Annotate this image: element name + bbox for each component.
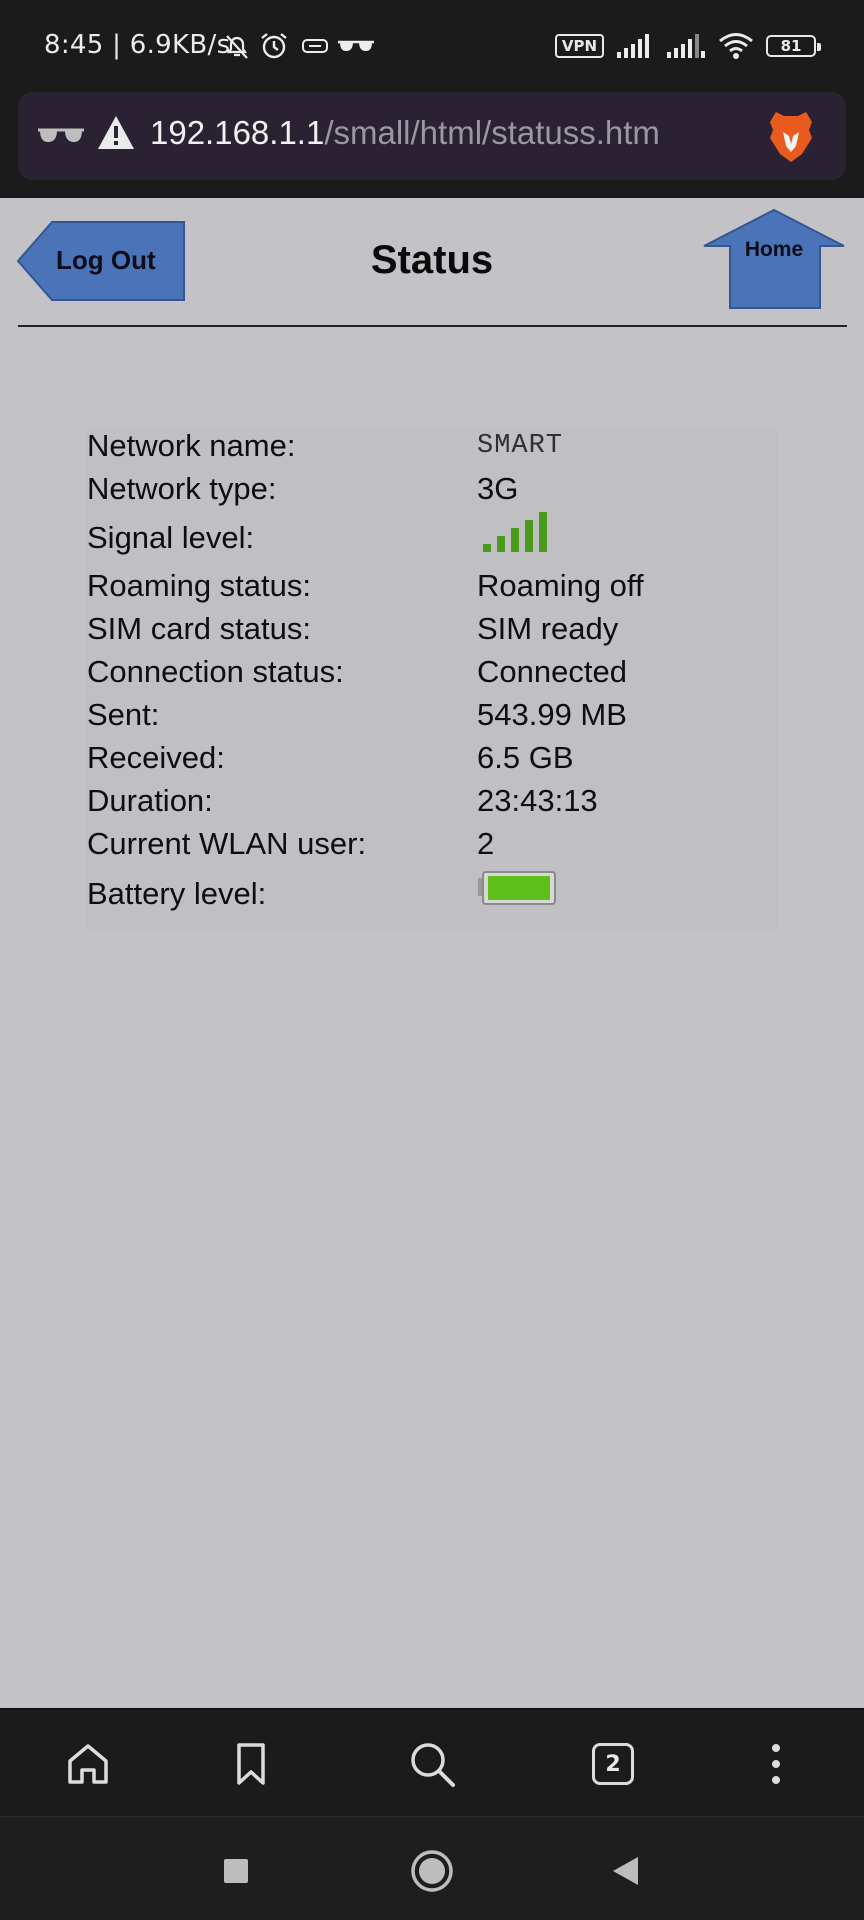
router-status-page: Log Out Status Home Network name: SMART …: [0, 198, 864, 1708]
vpn-icon: VPN: [554, 34, 604, 58]
signal-bar-4: [525, 520, 533, 552]
browser-toolbar: 2: [0, 1708, 864, 1816]
roaming-status-value: Roaming off: [477, 568, 644, 603]
connection-status-label: Connection status:: [87, 654, 344, 689]
home-label: Home: [744, 238, 804, 261]
battery-level-icon: [478, 871, 556, 905]
sim-status-value: SIM ready: [477, 611, 619, 646]
network-name-label: Network name:: [87, 428, 296, 463]
wifi-icon: [719, 33, 753, 59]
network-name-value: SMART: [477, 431, 564, 461]
warning-icon[interactable]: [96, 114, 136, 152]
sent-value: 543.99 MB: [477, 697, 627, 732]
status-bar: 8:45 | 6.9KB/s VPN 81: [0, 0, 864, 92]
home-circle-icon[interactable]: [408, 1847, 456, 1895]
notification-off-icon: [222, 30, 252, 62]
url-bar[interactable]: 192.168.1.1/small/html/statuss.htm: [18, 92, 846, 180]
duration-label: Duration:: [87, 783, 213, 818]
sent-label: Sent:: [87, 697, 160, 732]
battery-level-label: Battery level:: [87, 876, 267, 911]
signal-bar-2: [497, 536, 505, 552]
status-time-speed: 8:45 | 6.9KB/s: [44, 30, 231, 60]
bookmark-icon[interactable]: [225, 1738, 277, 1790]
battery-icon: 81: [766, 35, 821, 57]
sim-status-label: SIM card status:: [87, 611, 311, 646]
wlan-users-value: 2: [477, 826, 495, 861]
tab-count: 2: [592, 1743, 634, 1785]
network-type-value: 3G: [477, 471, 519, 506]
signal-strength-icon-2: [667, 34, 705, 58]
signal-bar-5: [539, 512, 547, 552]
network-type-label: Network type:: [87, 471, 277, 506]
system-nav-bar: [0, 1816, 864, 1920]
data-saver-icon: [300, 30, 330, 62]
search-icon[interactable]: [406, 1738, 458, 1790]
roaming-status-label: Roaming status:: [87, 568, 311, 603]
signal-bar-3: [511, 528, 519, 552]
more-vertical-icon[interactable]: [750, 1738, 802, 1790]
private-glasses-icon: [38, 128, 84, 142]
alarm-icon: [258, 30, 290, 62]
brave-lion-icon[interactable]: [766, 108, 816, 164]
duration-value: 23:43:13: [477, 783, 598, 818]
signal-bar-1: [483, 544, 491, 552]
header-divider: [18, 325, 847, 327]
wlan-users-label: Current WLAN user:: [87, 826, 367, 861]
status-table: Network name: SMART Network type: 3G Sig…: [86, 428, 778, 930]
tabs-icon[interactable]: 2: [587, 1738, 639, 1790]
received-value: 6.5 GB: [477, 740, 574, 775]
received-label: Received:: [87, 740, 225, 775]
incognito-glasses-icon: [336, 30, 376, 62]
back-triangle-icon[interactable]: [601, 1847, 649, 1895]
signal-level-label: Signal level:: [87, 520, 255, 555]
signal-strength-icon-1: [617, 34, 649, 58]
signal-level-icon: [483, 512, 547, 552]
home-icon[interactable]: [62, 1738, 114, 1790]
url-path: /small/html/statuss.htm: [324, 114, 660, 151]
home-button[interactable]: Home: [702, 208, 846, 310]
battery-level-fill: [488, 876, 550, 900]
url-text[interactable]: 192.168.1.1/small/html/statuss.htm: [150, 114, 660, 152]
recents-square-icon[interactable]: [212, 1847, 260, 1895]
connection-status-value: Connected: [477, 654, 627, 689]
url-host: 192.168.1.1: [150, 114, 325, 151]
